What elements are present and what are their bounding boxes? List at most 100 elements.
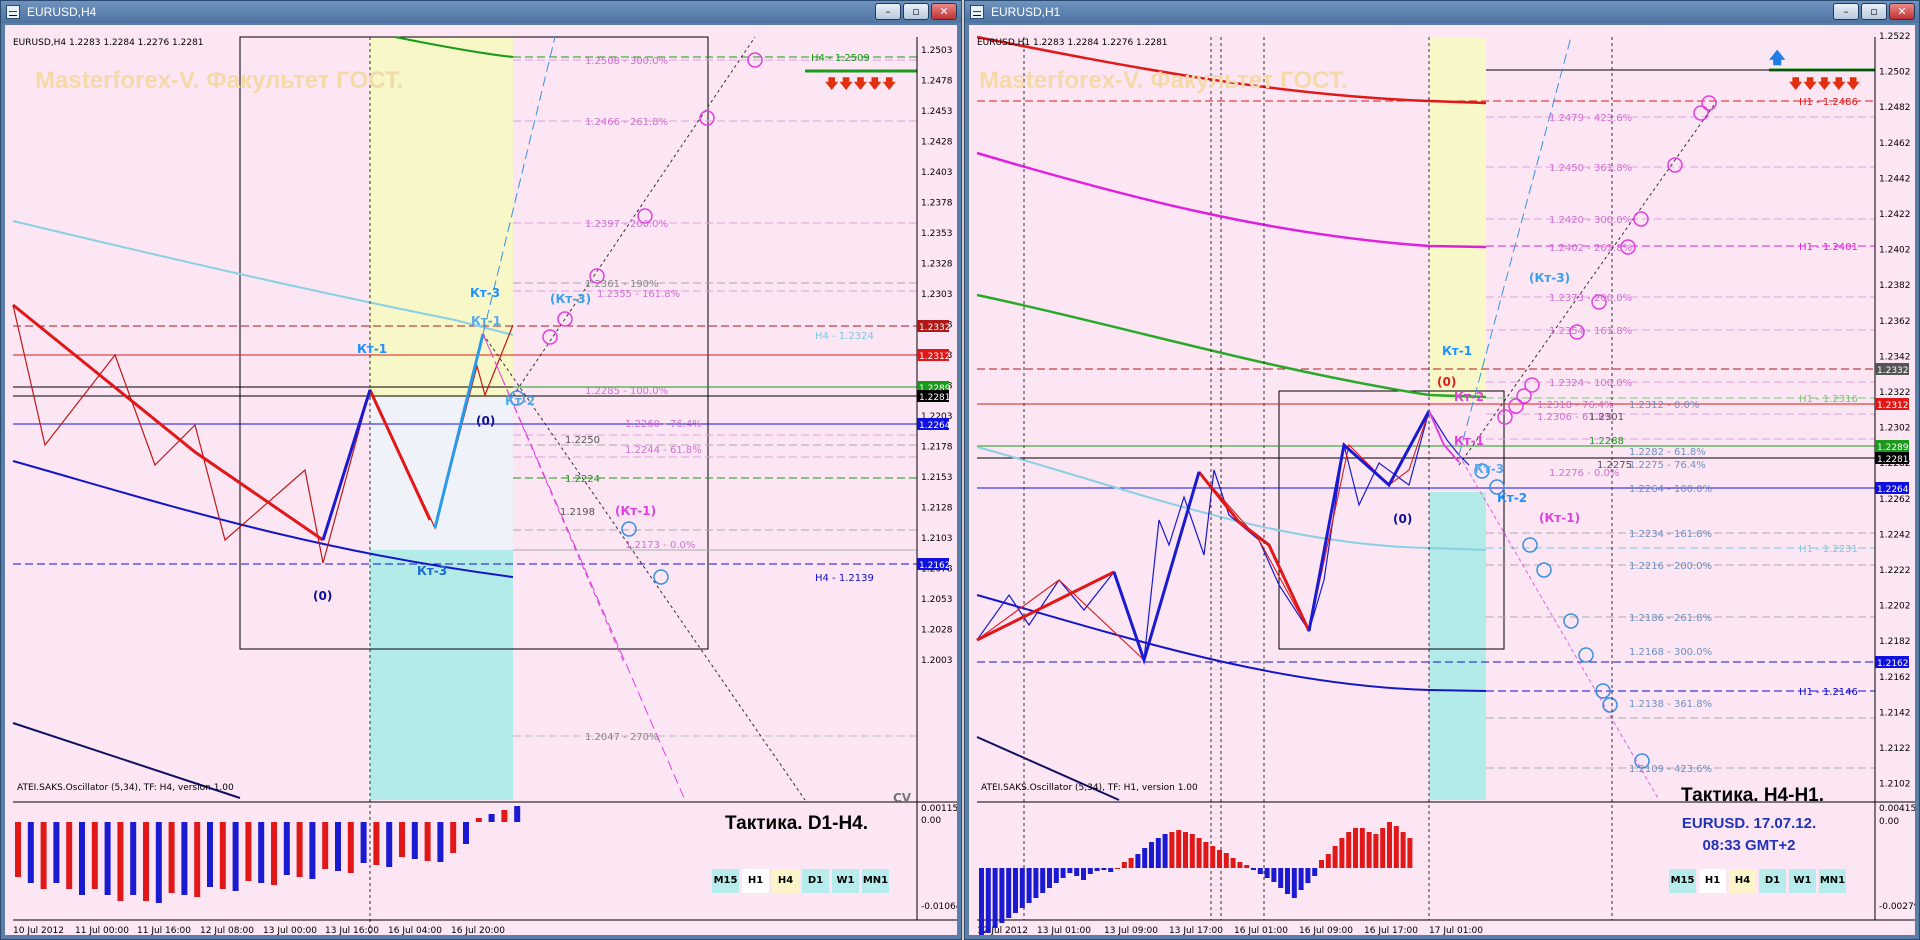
level-label: 1.2276 - 0.0% (1549, 468, 1619, 479)
chart-window-eurusd-h1[interactable]: EURUSD,H1 – ▫ ✕ 1.2522 1.2502 1.2482 1.2… (964, 0, 1920, 940)
point-label: Кт-1 (357, 342, 387, 356)
point-label: Кт-2 (1497, 491, 1527, 505)
down-arrows-icon: 🡇🡇🡇🡇🡇 (1789, 77, 1861, 92)
oscillator-bar (1325, 854, 1331, 868)
ohlc-readout: EURUSD,H4 1.2283 1.2284 1.2276 1.2281 (13, 38, 204, 48)
point-label: (Кт-3) (1529, 271, 1570, 285)
close-button[interactable]: ✕ (1889, 3, 1915, 20)
level-label: H4 - 1.2324 (815, 331, 874, 342)
oscillator-bar (1298, 868, 1304, 890)
tf-button-w1[interactable]: W1 (832, 869, 859, 893)
chart-area[interactable]: 1.2503 1.2478 1.2453 1.2428 1.2403 1.2378 1.23… (5, 25, 957, 935)
price-tick-label: 1.2382 (1879, 281, 1911, 291)
point-label: (Кт-3) (550, 292, 591, 306)
level-label: 1.2244 - 61.8% (625, 445, 702, 456)
oscillator-bar (335, 822, 341, 871)
ma-green (976, 293, 1487, 399)
point-label: (0) (1393, 512, 1412, 526)
price-tick-label: 1.2202 (1879, 602, 1911, 612)
oscillator-bar (1053, 868, 1059, 883)
indicator-tick-label: 0.00415 (1879, 804, 1915, 814)
oscillator-bar (386, 822, 393, 867)
timeframe-buttons: M15 H1 H4 D1 W1 MN1 (1669, 869, 1846, 893)
price-tick-label: 1.2182 (1879, 637, 1911, 647)
oscillator-bar (283, 822, 290, 875)
chart-window-eurusd-h4[interactable]: EURUSD,H4 – ▫ ✕ 1.2503 1.2478 1.2453 1.2… (0, 0, 962, 940)
target-circle (1522, 537, 1538, 553)
level-label: 1.2282 - 61.8% (1629, 447, 1706, 458)
indicator-title: ATEI.SAKS.Oscillator (5,34), TF: H4, ver… (17, 783, 234, 793)
oscillator-bar (1346, 832, 1352, 868)
level-label: 1.2397 - 200.0% (585, 219, 668, 230)
chart-window-icon (6, 5, 20, 19)
tf-button-m15[interactable]: M15 (712, 869, 739, 893)
oscillator-bar (258, 822, 265, 883)
oscillator-bar (1237, 862, 1243, 868)
oscillator-bar (450, 822, 457, 853)
tf-button-h4[interactable]: H4 (1729, 869, 1756, 893)
oscillator-bar (992, 868, 998, 928)
indicator-tick-label: 0.00 (1879, 817, 1899, 827)
chart-area[interactable]: 1.2522 1.2502 1.2482 1.2462 1.2442 1.2422 1.24… (969, 25, 1915, 935)
tactic-label: Тактика. D1-H4. (725, 813, 869, 834)
level-label: 1.2109 - 423.6% (1629, 764, 1712, 775)
price-chart-h4[interactable]: 1.2503 1.2478 1.2453 1.2428 1.2403 1.2378 1.23… (5, 25, 957, 935)
point-label: Кт-3 (1474, 462, 1504, 476)
tf-button-w1[interactable]: W1 (1789, 869, 1816, 893)
oscillator-bar (1019, 868, 1025, 908)
oscillator-bar (27, 822, 34, 883)
price-tick-label: 1.2378 (921, 199, 953, 209)
tf-button-h1[interactable]: H1 (1699, 869, 1726, 893)
oscillator-bar (979, 868, 984, 935)
level-label: 1.2224 (565, 474, 600, 485)
level-label: 1.2420 - 300.0% (1549, 215, 1632, 226)
oscillator-bar (1223, 853, 1229, 868)
price-tick-label: 1.2353 (921, 229, 953, 239)
close-button[interactable]: ✕ (931, 3, 957, 20)
window-title: EURUSD,H1 (991, 5, 1061, 19)
point-label: (0) (1437, 375, 1456, 389)
oscillator-bar (1332, 846, 1338, 868)
tf-button-mn1[interactable]: MN1 (862, 869, 889, 893)
price-tick-label: 1.2482 (1879, 103, 1911, 113)
tf-button-d1[interactable]: D1 (1759, 869, 1786, 893)
time-tick-label: 16 Jul 09:00 (1299, 926, 1353, 935)
oscillator-bar (999, 868, 1005, 923)
oscillator-bar (1176, 830, 1182, 868)
oscillator-bar (1155, 838, 1161, 868)
oscillator-bar (40, 822, 47, 889)
info-time: 08:33 GMT+2 (1702, 837, 1796, 854)
price-tick-label: 1.2478 (921, 77, 953, 87)
minimize-button[interactable]: – (1833, 3, 1859, 20)
restore-button[interactable]: ▫ (1861, 3, 1887, 20)
level-label: H4 - 1.2139 (815, 573, 874, 584)
level-label: 1.2285 - 100.0% (585, 386, 668, 397)
tf-button-h4[interactable]: H4 (772, 869, 799, 893)
oscillator-bar (1305, 868, 1311, 883)
level-label: H1 - 1.2401 (1799, 242, 1858, 253)
oscillator-bar (1393, 826, 1399, 868)
window-titlebar[interactable]: EURUSD,H4 – ▫ ✕ (1, 1, 961, 23)
level-label: H1 - 1.2231 (1799, 544, 1858, 555)
oscillator-bar (501, 810, 508, 822)
oscillator-bar (117, 822, 124, 901)
tf-button-d1[interactable]: D1 (802, 869, 829, 893)
price-tick-label: 1.2342 (1879, 352, 1911, 362)
target-circle (653, 569, 669, 585)
minimize-button[interactable]: – (875, 3, 901, 20)
oscillator-bar (1135, 854, 1141, 868)
tf-button-mn1[interactable]: MN1 (1819, 869, 1846, 893)
level-label: 1.2312 - 0.0% (1629, 400, 1699, 411)
tf-button-h1[interactable]: H1 (742, 869, 769, 893)
level-label: 1.2324 - 100.0% (1549, 378, 1632, 389)
oscillator-bar (1067, 868, 1073, 873)
level-label: 1.2047 - 270% (585, 732, 659, 743)
tf-button-m15[interactable]: M15 (1669, 869, 1696, 893)
window-titlebar[interactable]: EURUSD,H1 – ▫ ✕ (965, 1, 1919, 23)
time-tick-label: 12 Jul 08:00 (200, 926, 254, 935)
trend-line-red (1197, 471, 1311, 632)
oscillator-bar (1339, 838, 1345, 868)
ma-lightblue (976, 446, 1487, 551)
restore-button[interactable]: ▫ (903, 3, 929, 20)
oscillator-bar (1149, 842, 1154, 868)
